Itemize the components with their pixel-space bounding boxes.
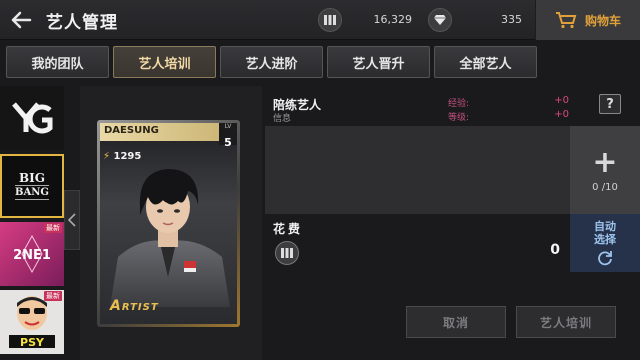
currency-a-value: 16,329	[373, 13, 413, 26]
currency-a-icon	[318, 8, 342, 32]
new-badge: 最新	[44, 291, 62, 301]
cart-icon	[555, 12, 577, 29]
chevron-left-icon	[68, 213, 76, 227]
cost-label: 花费	[273, 222, 304, 236]
artist-card[interactable]: DAESUNG LV 5 ⚡ 1295 ARTIST	[97, 120, 240, 327]
back-button[interactable]	[6, 6, 36, 34]
tab-artist-training[interactable]: 艺人培训	[113, 46, 216, 78]
cart-label: 购物车	[584, 13, 621, 28]
refresh-icon	[598, 250, 612, 265]
plus-icon: +	[592, 144, 618, 180]
yg-logo-icon	[12, 102, 53, 134]
trainer-subtitle: 信息	[273, 114, 292, 124]
help-button[interactable]: ?	[599, 94, 621, 114]
bigbang-logo-icon: BIG BANG	[15, 171, 49, 200]
trainer-slot-area	[265, 126, 570, 214]
page-title: 艺人管理	[46, 13, 118, 33]
level-value: +0	[554, 109, 569, 120]
card-artist-name: DAESUNG	[104, 125, 159, 136]
cost-value: 0	[550, 242, 560, 258]
cart-button[interactable]: 购物车	[535, 0, 640, 40]
cancel-button[interactable]: 取消	[406, 306, 506, 338]
card-level-box: LV 5	[219, 123, 237, 149]
group-yg[interactable]	[0, 86, 64, 150]
diamond-icon	[428, 8, 452, 32]
tab-artist-advance[interactable]: 艺人进阶	[220, 46, 323, 78]
train-artist-button[interactable]: 艺人培训	[516, 306, 616, 338]
group-strip-collapse-button[interactable]	[64, 190, 80, 250]
new-badge: 最新	[44, 223, 62, 233]
slot-count: 0 /10	[592, 181, 618, 193]
cost-row: 花费 0	[265, 214, 570, 272]
rank-a-icon: A	[110, 298, 122, 314]
auto-select-button[interactable]: 自动选择	[570, 214, 640, 272]
2ne1-logo-icon: 2NE1	[13, 234, 51, 274]
tab-artist-promotion[interactable]: 艺人晋升	[327, 46, 430, 78]
group-2ne1[interactable]: 最新 2NE1	[0, 222, 64, 286]
card-rank-logo: ARTIST	[110, 298, 159, 314]
card-rank-text: RTIST	[121, 302, 159, 313]
diamond-value: 335	[501, 13, 522, 26]
trainer-header: 陪练艺人 信息 经验: +0 等级: +0	[265, 90, 570, 126]
psy-logo-icon: PSY	[9, 296, 55, 349]
tab-all-artists[interactable]: 全部艺人	[434, 46, 537, 78]
top-bar: 艺人管理 16,329 335 购物车	[0, 0, 640, 40]
auto-select-label: 自动选择	[594, 219, 616, 246]
currency-a-icon	[275, 241, 299, 265]
add-trainer-button[interactable]: + 0 /10	[570, 126, 640, 214]
svg-text:2NE1: 2NE1	[13, 248, 51, 263]
card-level: 5	[224, 136, 232, 149]
group-psy[interactable]: 最新 PSY	[0, 290, 64, 354]
level-label: 等级:	[448, 113, 470, 123]
exp-label: 经验:	[448, 99, 470, 109]
card-level-tag: LV	[224, 123, 232, 130]
tab-my-team[interactable]: 我的团队	[6, 46, 109, 78]
artist-portrait	[110, 169, 230, 307]
group-bigbang[interactable]: BIG BANG	[0, 154, 64, 218]
svg-text:PSY: PSY	[20, 336, 45, 349]
arrow-left-icon	[11, 11, 32, 29]
exp-value: +0	[554, 95, 569, 106]
group-list: BIG BANG 最新 2NE1 最新 PSY	[0, 86, 64, 360]
